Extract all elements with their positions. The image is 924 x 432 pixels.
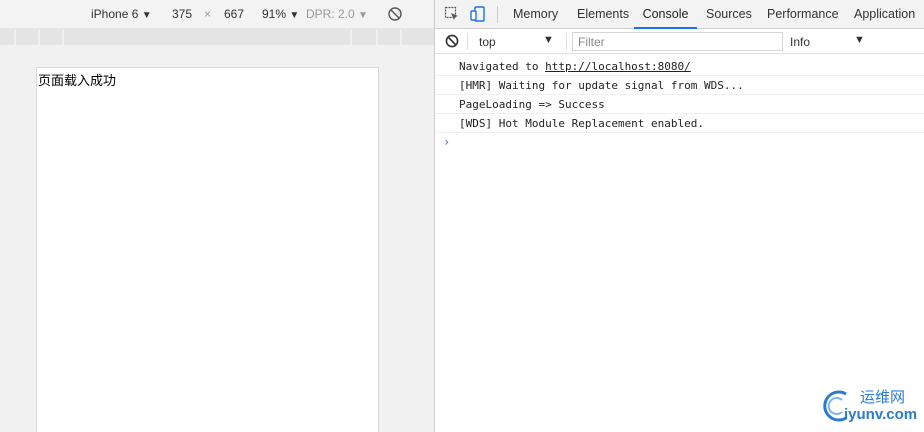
devtools-tabbar: Memory Elements Console Sources Performa… [435, 0, 924, 29]
console-message: [WDS] Hot Module Replacement enabled. [435, 114, 924, 133]
tab-memory[interactable]: Memory [513, 0, 558, 29]
dimension-times-icon: × [204, 7, 212, 21]
console-prompt[interactable]: › [435, 133, 924, 152]
toolbar-separator [566, 33, 567, 50]
console-message: [HMR] Waiting for update signal from WDS… [435, 76, 924, 95]
filter-input[interactable] [572, 32, 783, 51]
prompt-chevron-icon: › [443, 135, 451, 149]
device-emulation-pane: iPhone 6 ▼ 375 × 667 91% ▼ DPR: 2.0 ▼ 页面… [0, 0, 434, 432]
ruler-segment[interactable] [0, 29, 14, 45]
toolbar-separator [497, 6, 498, 23]
caret-down-icon: ▼ [358, 10, 368, 21]
dpr-select[interactable]: DPR: 2.0 ▼ [306, 7, 368, 21]
context-select[interactable]: top ▼ [473, 32, 559, 51]
ruler-segment[interactable] [64, 29, 350, 45]
zoom-value: 91% [262, 7, 287, 21]
ruler-segment[interactable] [402, 29, 434, 45]
rotate-icon[interactable] [387, 6, 403, 22]
console-message: Navigated to http://localhost:8080/ [435, 57, 924, 76]
caret-down-icon: ▼ [289, 10, 300, 21]
media-query-ruler [0, 29, 434, 45]
viewport-height-input[interactable]: 667 [224, 7, 244, 21]
message-link[interactable]: http://localhost:8080/ [545, 60, 691, 73]
context-value: top [479, 35, 496, 49]
ruler-segment[interactable] [16, 29, 38, 45]
caret-down-icon: ▼ [543, 34, 554, 46]
device-toolbar: iPhone 6 ▼ 375 × 667 91% ▼ DPR: 2.0 ▼ [0, 0, 434, 29]
log-level-select[interactable]: Info ▼ [790, 32, 870, 51]
inspect-element-icon[interactable] [444, 6, 460, 22]
console-message: PageLoading => Success [435, 95, 924, 114]
viewport-width-input[interactable]: 375 [172, 7, 192, 21]
device-select[interactable]: iPhone 6 ▼ [91, 7, 152, 21]
console-toolbar: top ▼ Info ▼ [435, 29, 924, 54]
caret-down-icon: ▼ [854, 34, 865, 46]
log-level-value: Info [790, 35, 811, 49]
console-messages: Navigated to http://localhost:8080/ [HMR… [435, 57, 924, 152]
toolbar-separator [467, 33, 468, 50]
caret-down-icon: ▼ [141, 10, 152, 21]
device-viewport[interactable]: 页面载入成功 [36, 67, 379, 432]
clear-console-icon[interactable] [445, 34, 459, 48]
devtools-panel: Memory Elements Console Sources Performa… [435, 0, 924, 432]
page-loaded-text: 页面载入成功 [38, 74, 117, 89]
ruler-segment[interactable] [352, 29, 376, 45]
zoom-select[interactable]: 91% ▼ [262, 7, 299, 21]
ruler-segment[interactable] [378, 29, 400, 45]
tab-sources[interactable]: Sources [706, 0, 752, 29]
ruler-segment[interactable] [40, 29, 62, 45]
tab-performance[interactable]: Performance [767, 0, 839, 29]
site-watermark: 运维网 iyunv.com [820, 384, 920, 428]
dpr-value: DPR: 2.0 [306, 7, 355, 21]
message-text: Navigated to [459, 60, 546, 73]
device-toggle-icon[interactable] [470, 6, 486, 22]
tab-application[interactable]: Application [854, 0, 915, 29]
watermark-cn-text: 运维网 [860, 388, 906, 406]
tab-console[interactable]: Console [634, 0, 697, 29]
watermark-en-text: iyunv.com [844, 406, 918, 423]
tab-elements[interactable]: Elements [577, 0, 629, 29]
device-name: iPhone 6 [91, 7, 139, 21]
